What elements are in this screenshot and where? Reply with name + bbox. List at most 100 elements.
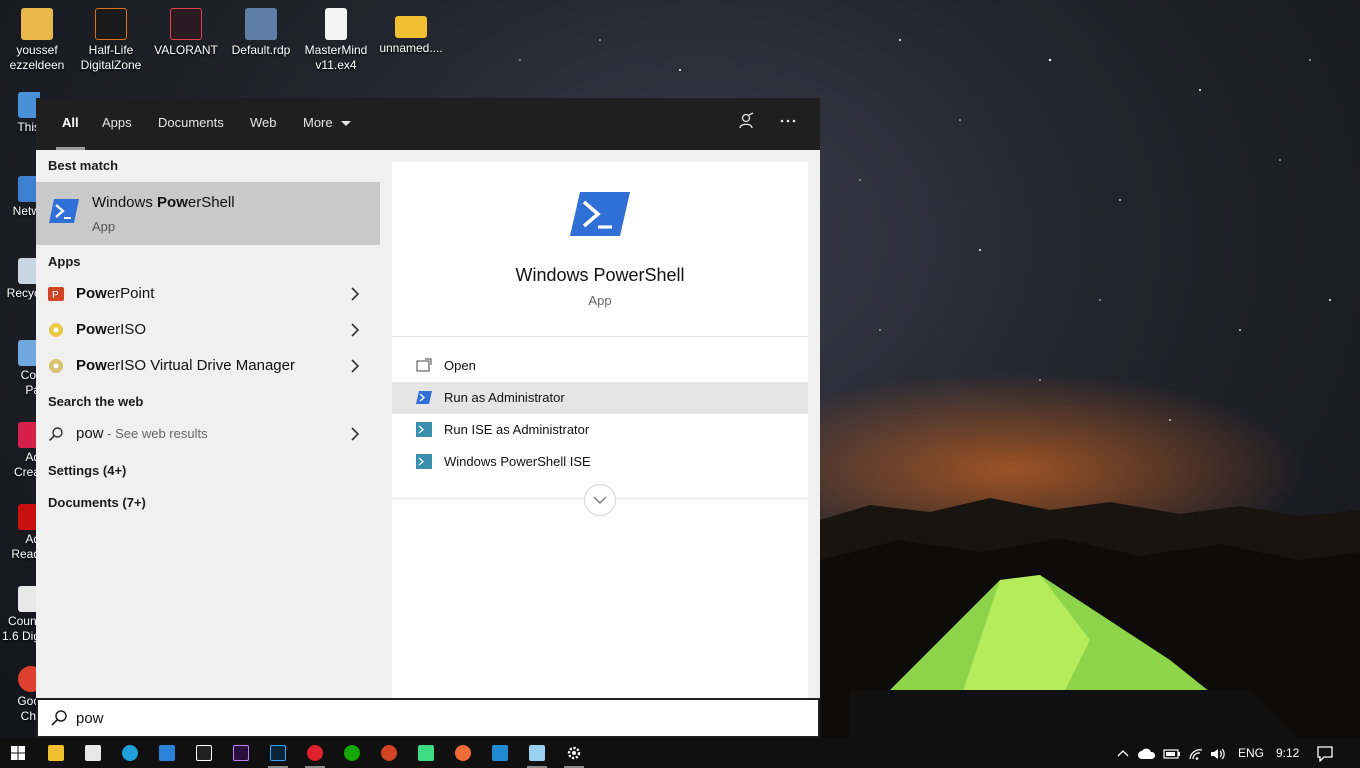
web-search-result[interactable]: pow - See web results xyxy=(36,416,380,452)
notification-icon xyxy=(1317,746,1333,763)
desktop-icon-label: This xyxy=(17,120,40,134)
taskbar-mail[interactable] xyxy=(149,738,185,768)
start-button[interactable] xyxy=(0,738,36,768)
battery-icon[interactable] xyxy=(1163,738,1183,768)
chevron-right-icon[interactable] xyxy=(350,286,360,302)
desktop-icon-half-life[interactable]: Half-Life DigitalZone xyxy=(74,8,148,73)
chevron-right-icon[interactable] xyxy=(350,426,360,442)
taskbar-notepad[interactable] xyxy=(519,738,555,768)
desktop-icon-network[interactable]: Netw xyxy=(0,176,40,219)
best-match-title-pre: Windows xyxy=(92,194,158,211)
desktop-icon-label: Read xyxy=(11,547,40,561)
volume-icon[interactable] xyxy=(1210,738,1230,768)
expand-button[interactable] xyxy=(584,484,616,516)
desktop-icon-label: Ad xyxy=(25,450,40,464)
desktop-icon-counter-strike[interactable]: Count 1.6 Dig xyxy=(0,586,40,644)
desktop-icon-label: ezzeldeen xyxy=(9,58,65,72)
notepad-icon xyxy=(529,745,545,761)
action-label: Open xyxy=(444,358,476,373)
desktop-icon-unnamed[interactable]: unnamed.... xyxy=(374,8,448,56)
desktop-icon-this-pc[interactable]: This xyxy=(0,92,40,135)
chevron-right-icon[interactable] xyxy=(350,322,360,338)
desktop-icon-valorant[interactable]: VALORANT xyxy=(149,8,223,58)
best-match-item[interactable]: Windows PowerShell App xyxy=(36,182,380,245)
desktop-icon-adobe-creative[interactable]: Ad Crea xyxy=(0,422,40,480)
app-result-powerpoint[interactable]: P PowerPoint xyxy=(36,276,380,312)
language-indicator[interactable]: ENG xyxy=(1238,738,1266,768)
tab-apps[interactable]: Apps xyxy=(102,98,132,150)
search-input[interactable] xyxy=(76,706,776,730)
intellij-icon xyxy=(196,745,212,761)
more-options-icon[interactable] xyxy=(776,112,800,136)
file-icon xyxy=(325,8,347,40)
app-result-poweriso-virtual-drive[interactable]: PowerISO Virtual Drive Manager xyxy=(36,348,380,384)
tab-web[interactable]: Web xyxy=(250,98,277,150)
taskbar-android-studio[interactable] xyxy=(408,738,444,768)
web-search-label: pow - See web results xyxy=(76,425,208,442)
taskbar-store[interactable] xyxy=(75,738,111,768)
desktop-icon-label: Cor xyxy=(20,368,40,382)
action-run-ise-as-admin[interactable]: Run ISE as Administrator xyxy=(392,414,808,446)
opera-icon xyxy=(307,745,323,761)
onedrive-icon[interactable] xyxy=(1138,738,1158,768)
show-hidden-icons-button[interactable] xyxy=(1114,738,1132,768)
poweriso-drive-icon xyxy=(49,359,63,373)
web-search-query: pow xyxy=(76,425,104,442)
app-result-poweriso[interactable]: PowerISO xyxy=(36,312,380,348)
taskbar-settings[interactable] xyxy=(556,738,592,768)
taskbar-edge[interactable] xyxy=(112,738,148,768)
desktop-icon-label: DigitalZone xyxy=(80,58,142,72)
wifi-icon[interactable] xyxy=(1188,738,1208,768)
desktop-icon-label: MasterMind xyxy=(304,43,368,57)
desktop-icon-label: Ad xyxy=(25,532,40,546)
taskbar-upwork[interactable] xyxy=(334,738,370,768)
search-icon xyxy=(51,710,67,726)
powershell-large-icon xyxy=(570,192,630,236)
taskbar-premiere[interactable] xyxy=(223,738,259,768)
desktop-icon-recycle-bin[interactable]: Recyc xyxy=(0,258,40,301)
search-panel: All Apps Documents Web More Best match W… xyxy=(36,98,820,738)
taskbar-intellij[interactable] xyxy=(186,738,222,768)
settings-heading[interactable]: Settings (4+) xyxy=(48,463,126,478)
action-powershell-ise[interactable]: Windows PowerShell ISE xyxy=(392,446,808,478)
taskbar-app-orange[interactable] xyxy=(445,738,481,768)
documents-heading[interactable]: Documents (7+) xyxy=(48,495,146,510)
taskbar-file-explorer[interactable] xyxy=(38,738,74,768)
apps-heading: Apps xyxy=(48,254,81,269)
desktop-icon-user-folder[interactable]: youssef ezzeldeen xyxy=(0,8,74,73)
desktop-icon-google-chrome[interactable]: Goo Chr xyxy=(0,666,40,724)
clock[interactable]: 9:12 xyxy=(1276,738,1304,768)
powershell-ise-icon xyxy=(416,454,432,469)
desktop-icon-mastermind[interactable]: MasterMind v11.ex4 xyxy=(299,8,373,73)
results-list: Best match Windows PowerShell App Apps P… xyxy=(36,150,380,698)
app-result-label: PowerISO xyxy=(76,321,146,338)
desktop-icon-adobe-reader[interactable]: Ad Read xyxy=(0,504,40,562)
best-match-heading: Best match xyxy=(48,158,119,173)
tab-more-label: More xyxy=(303,115,333,130)
desktop-icon-control-panel[interactable]: Cor Pa xyxy=(0,340,40,398)
taskbar-photoshop[interactable] xyxy=(260,738,296,768)
preview-divider xyxy=(392,336,808,337)
action-open[interactable]: Open xyxy=(392,350,808,382)
tab-more[interactable]: More xyxy=(303,98,352,150)
action-center-button[interactable] xyxy=(1316,738,1340,768)
taskbar-opera[interactable] xyxy=(297,738,333,768)
desktop-icon-label: Chr xyxy=(20,709,40,723)
store-icon xyxy=(85,745,101,761)
premiere-icon xyxy=(233,745,249,761)
feedback-icon[interactable] xyxy=(734,112,758,136)
chevron-right-icon[interactable] xyxy=(350,358,360,374)
tab-documents[interactable]: Documents xyxy=(158,98,224,150)
tab-all[interactable]: All xyxy=(56,98,85,150)
action-run-as-admin[interactable]: Run as Administrator xyxy=(392,382,808,414)
powershell-icon xyxy=(49,199,79,223)
taskbar-powerpoint[interactable] xyxy=(371,738,407,768)
remote-desktop-icon xyxy=(245,8,277,40)
preview-pane: Windows PowerShell App Open Run as Admin… xyxy=(392,162,808,698)
desktop-icon-label: Crea xyxy=(13,465,40,479)
search-filter-bar: All Apps Documents Web More xyxy=(36,98,820,150)
app-result-label-rest: erPoint xyxy=(106,285,155,302)
desktop-icon-default-rdp[interactable]: Default.rdp xyxy=(224,8,298,58)
search-box[interactable] xyxy=(36,698,820,738)
taskbar-vscode[interactable] xyxy=(482,738,518,768)
